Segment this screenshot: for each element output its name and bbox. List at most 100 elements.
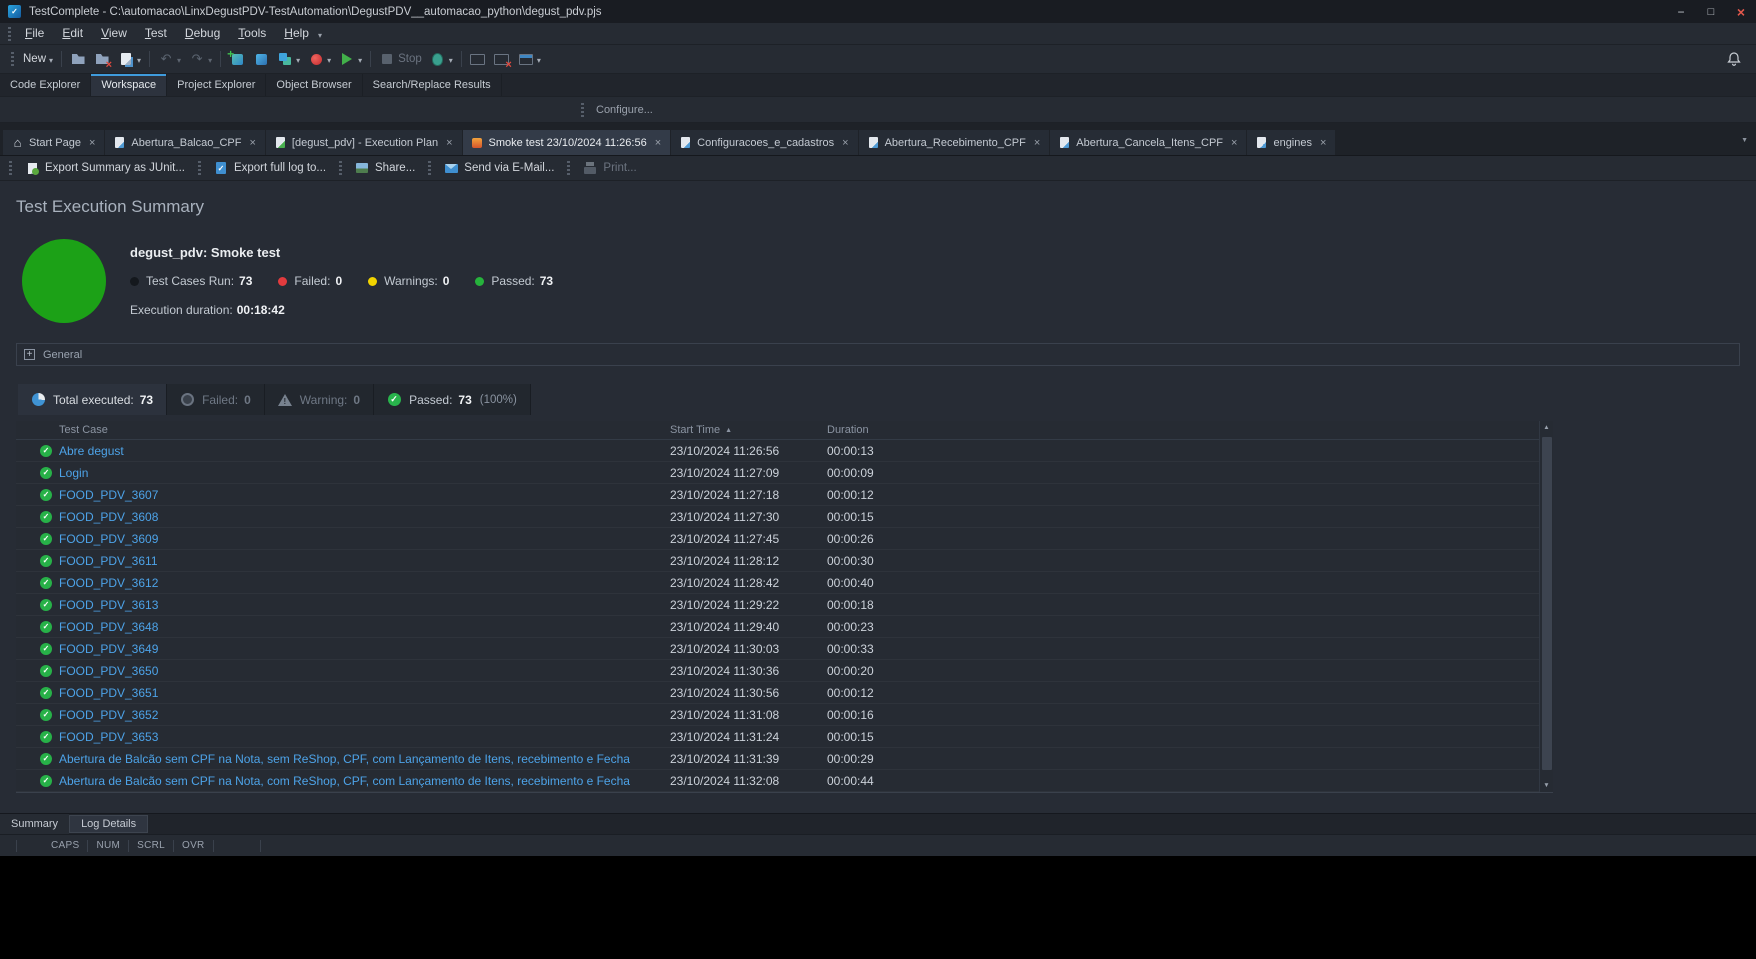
panel-tab-code-explorer[interactable]: Code Explorer <box>0 74 91 96</box>
general-section-header[interactable]: General <box>16 343 1740 366</box>
close-icon[interactable] <box>89 137 95 149</box>
panel-tab-object-browser[interactable]: Object Browser <box>266 74 362 96</box>
export-summary-as-junit-button[interactable]: Export Summary as JUnit... <box>19 161 191 175</box>
debug-button[interactable] <box>426 47 457 71</box>
menu-view[interactable]: View <box>92 23 136 44</box>
table-row[interactable]: FOOD_PDV_364823/10/2024 11:29:4000:00:23 <box>16 616 1553 638</box>
maximize-icon[interactable] <box>1696 0 1726 23</box>
menu-file[interactable]: File <box>16 23 53 44</box>
test-case-link[interactable]: FOOD_PDV_3611 <box>59 554 670 568</box>
project-variables-button[interactable] <box>273 47 304 71</box>
send-via-e-mail-button[interactable]: Send via E-Mail... <box>438 161 560 175</box>
bottom-tab-log-details[interactable]: Log Details <box>69 815 148 833</box>
close-icon[interactable] <box>446 137 452 149</box>
project-item-button[interactable] <box>249 47 273 71</box>
table-row[interactable]: FOOD_PDV_361323/10/2024 11:29:2200:00:18 <box>16 594 1553 616</box>
table-row[interactable]: Abertura de Balcão sem CPF na Nota, sem … <box>16 748 1553 770</box>
doc-tab-degust-pdv-execution-plan[interactable]: [degust_pdv] - Execution Plan <box>266 130 462 155</box>
close-icon[interactable] <box>1231 137 1237 149</box>
scrollbar-thumb[interactable] <box>1542 437 1552 770</box>
redo-button[interactable] <box>185 47 216 71</box>
configure-button[interactable]: Configure... <box>596 104 653 116</box>
undo-button[interactable] <box>154 47 185 71</box>
menu-debug[interactable]: Debug <box>176 23 229 44</box>
record-button[interactable] <box>304 47 335 71</box>
close-icon[interactable] <box>1320 137 1326 149</box>
expand-icon[interactable] <box>24 349 35 360</box>
result-tab-warning[interactable]: Warning:0 <box>265 384 374 415</box>
export-full-log-to-button[interactable]: Export full log to... <box>208 161 332 175</box>
doc-tab-smoke-test-23-10-2024-11-26-56[interactable]: Smoke test 23/10/2024 11:26:56 <box>463 130 671 155</box>
test-case-link[interactable]: FOOD_PDV_3608 <box>59 510 670 524</box>
close-remote-button[interactable] <box>490 47 514 71</box>
test-case-link[interactable]: FOOD_PDV_3612 <box>59 576 670 590</box>
doc-tab-start-page[interactable]: Start Page <box>3 130 104 155</box>
menu-test[interactable]: Test <box>136 23 176 44</box>
new-window-button[interactable] <box>514 47 545 71</box>
table-row[interactable]: FOOD_PDV_365023/10/2024 11:30:3600:00:20 <box>16 660 1553 682</box>
doc-tab-configuracoes-e-cadastros[interactable]: Configuracoes_e_cadastros <box>671 130 857 155</box>
test-case-link[interactable]: FOOD_PDV_3607 <box>59 488 670 502</box>
result-tab-failed[interactable]: Failed:0 <box>167 384 265 415</box>
close-icon[interactable] <box>1034 137 1040 149</box>
table-row[interactable]: FOOD_PDV_361223/10/2024 11:28:4200:00:40 <box>16 572 1553 594</box>
share-button[interactable]: Share... <box>349 161 421 175</box>
column-header-duration[interactable]: Duration <box>827 424 1553 436</box>
menu-tools[interactable]: Tools <box>229 23 275 44</box>
close-project-button[interactable] <box>90 47 114 71</box>
test-case-link[interactable]: FOOD_PDV_3648 <box>59 620 670 634</box>
table-row[interactable]: FOOD_PDV_365323/10/2024 11:31:2400:00:15 <box>16 726 1553 748</box>
notifications-bell-icon[interactable] <box>1726 51 1742 72</box>
doc-tab-abertura-recebimento-cpf[interactable]: Abertura_Recebimento_CPF <box>859 130 1050 155</box>
result-tab-total-executed[interactable]: Total executed:73 <box>18 384 167 415</box>
remote-desktop-button[interactable] <box>466 47 490 71</box>
new-button[interactable]: New <box>19 47 57 71</box>
table-row[interactable]: Abertura de Balcão sem CPF na Nota, com … <box>16 770 1553 792</box>
test-case-link[interactable]: Abre degust <box>59 444 670 458</box>
test-case-link[interactable]: FOOD_PDV_3652 <box>59 708 670 722</box>
minimize-icon[interactable] <box>1666 0 1696 23</box>
menu-edit[interactable]: Edit <box>53 23 92 44</box>
result-tab-passed[interactable]: Passed:73(100%) <box>374 384 531 415</box>
table-row[interactable]: FOOD_PDV_365123/10/2024 11:30:5600:00:12 <box>16 682 1553 704</box>
test-case-link[interactable]: FOOD_PDV_3650 <box>59 664 670 678</box>
close-icon[interactable] <box>842 137 848 149</box>
bottom-tab-summary[interactable]: Summary <box>0 814 69 834</box>
panel-tab-search-replace-results[interactable]: Search/Replace Results <box>363 74 502 96</box>
panel-tab-project-explorer[interactable]: Project Explorer <box>167 74 266 96</box>
table-row[interactable]: FOOD_PDV_361123/10/2024 11:28:1200:00:30 <box>16 550 1553 572</box>
table-row[interactable]: FOOD_PDV_360723/10/2024 11:27:1800:00:12 <box>16 484 1553 506</box>
table-row[interactable]: Login23/10/2024 11:27:0900:00:09 <box>16 462 1553 484</box>
table-row[interactable]: FOOD_PDV_360823/10/2024 11:27:3000:00:15 <box>16 506 1553 528</box>
close-icon[interactable] <box>249 137 255 149</box>
table-row[interactable]: FOOD_PDV_364923/10/2024 11:30:0300:00:33 <box>16 638 1553 660</box>
tab-list-chevron-icon[interactable] <box>1741 129 1748 147</box>
close-icon[interactable] <box>1726 0 1756 23</box>
test-case-link[interactable]: Abertura de Balcão sem CPF na Nota, com … <box>59 774 670 788</box>
stop-button[interactable]: Stop <box>375 47 426 71</box>
save-all-button[interactable] <box>114 47 145 71</box>
scroll-up-icon[interactable] <box>1540 421 1553 434</box>
column-header-test-case[interactable]: Test Case <box>59 424 670 436</box>
test-case-link[interactable]: FOOD_PDV_3649 <box>59 642 670 656</box>
test-case-link[interactable]: FOOD_PDV_3609 <box>59 532 670 546</box>
column-header-start-time[interactable]: Start Time▲ <box>670 424 827 436</box>
doc-tab-abertura-balcao-cpf[interactable]: Abertura_Balcao_CPF <box>105 130 265 155</box>
panel-tab-workspace[interactable]: Workspace <box>91 74 167 96</box>
doc-tab-engines[interactable]: engines <box>1247 130 1335 155</box>
vertical-scrollbar[interactable] <box>1539 421 1553 792</box>
close-icon[interactable] <box>655 137 661 149</box>
table-row[interactable]: FOOD_PDV_360923/10/2024 11:27:4500:00:26 <box>16 528 1553 550</box>
menu-overflow-caret-icon[interactable] <box>318 25 322 43</box>
doc-tab-abertura-cancela-itens-cpf[interactable]: Abertura_Cancela_Itens_CPF <box>1050 130 1246 155</box>
menu-help[interactable]: Help <box>275 23 318 44</box>
run-button[interactable] <box>335 47 366 71</box>
open-project-button[interactable] <box>66 47 90 71</box>
table-row[interactable]: FOOD_PDV_365223/10/2024 11:31:0800:00:16 <box>16 704 1553 726</box>
test-case-link[interactable]: Abertura de Balcão sem CPF na Nota, sem … <box>59 752 670 766</box>
scroll-down-icon[interactable] <box>1540 779 1553 792</box>
test-case-link[interactable]: FOOD_PDV_3651 <box>59 686 670 700</box>
test-case-link[interactable]: Login <box>59 466 670 480</box>
add-item-button[interactable] <box>225 47 249 71</box>
test-case-link[interactable]: FOOD_PDV_3613 <box>59 598 670 612</box>
